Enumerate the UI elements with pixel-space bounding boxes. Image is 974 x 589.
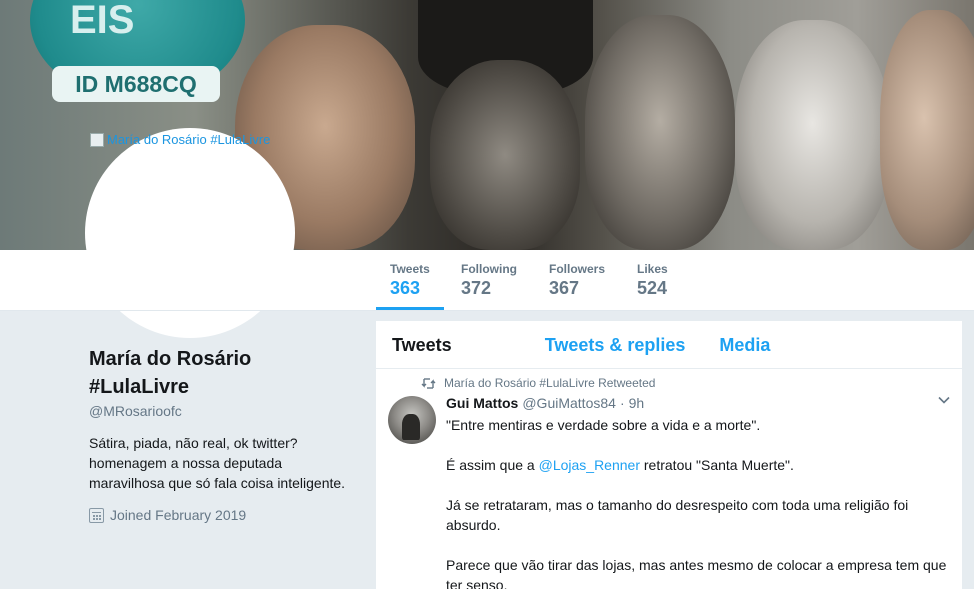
stat-likes-label: Likes: [637, 262, 668, 276]
tweet-text: "Entre mentiras e verdade sobre a vida e…: [446, 415, 956, 589]
retweet-context-text[interactable]: María do Rosário #LulaLivre Retweeted: [444, 376, 655, 390]
tweet[interactable]: María do Rosário #LulaLivre Retweeted Gu…: [376, 369, 962, 589]
tab-tweets[interactable]: Tweets: [376, 321, 468, 369]
profile-nav-bar: Tweets 363 Following 372 Followers 367 L…: [0, 250, 974, 311]
profile-joined-date: Joined February 2019: [89, 507, 246, 523]
tweet-author-name[interactable]: Gui Mattos: [446, 395, 518, 411]
broken-image-icon: [90, 132, 104, 147]
mention-link[interactable]: @Lojas_Renner: [539, 457, 640, 473]
profile-avatar-broken-image[interactable]: María do Rosário #LulaLivre: [90, 132, 270, 147]
stat-followers[interactable]: Followers 367: [549, 262, 605, 299]
banner-face-3: [585, 15, 735, 250]
profile-handle[interactable]: @MRosarioofc: [89, 403, 182, 419]
chevron-down-icon[interactable]: [938, 394, 950, 406]
tweet-author-handle[interactable]: @GuiMattos84: [522, 395, 616, 411]
tweet-header: Gui Mattos @GuiMattos84 · 9h: [446, 395, 946, 415]
stat-following-label: Following: [461, 262, 517, 276]
tab-tweets-and-replies[interactable]: Tweets & replies: [468, 321, 702, 369]
stat-likes[interactable]: Likes 524: [637, 262, 668, 299]
calendar-icon: [89, 507, 104, 523]
banner-face-4: [735, 20, 890, 250]
profile-joined-text: Joined February 2019: [110, 507, 247, 523]
stat-tweets-label: Tweets: [390, 262, 430, 276]
tweet-separator: ·: [619, 395, 625, 411]
tweet-paragraph-2-end: retratou "Santa Muerte".: [640, 457, 794, 473]
tweet-author-avatar[interactable]: [388, 396, 436, 444]
broken-image-alt-text: María do Rosário #LulaLivre: [107, 132, 271, 147]
banner-logo-badge: ID M688CQ: [52, 66, 220, 102]
tweet-paragraph-2-start: É assim que a: [446, 457, 539, 473]
stat-followers-label: Followers: [549, 262, 606, 276]
tweet-timestamp[interactable]: 9h: [629, 395, 645, 411]
banner-logo-mark: EIS: [70, 0, 135, 42]
stat-following[interactable]: Following 372: [461, 262, 517, 299]
tab-media[interactable]: Media: [701, 321, 786, 369]
banner-face-2: [430, 60, 580, 250]
stat-following-value: 372: [461, 278, 492, 298]
timeline-tabs: Tweets Tweets & replies Media: [376, 321, 962, 369]
stat-tweets-value: 363: [390, 278, 421, 298]
profile-display-name[interactable]: María do Rosário #LulaLivre: [89, 345, 349, 401]
banner-face-5: [880, 10, 974, 250]
tweet-paragraph-2: É assim que a @Lojas_Renner retratou "Sa…: [446, 455, 956, 475]
stat-tweets[interactable]: Tweets 363: [376, 262, 444, 310]
stat-likes-value: 524: [637, 278, 668, 298]
retweet-icon: [421, 377, 436, 389]
profile-bio: Sátira, piada, não real, ok twitter? hom…: [89, 435, 346, 491]
retweet-context: María do Rosário #LulaLivre Retweeted: [421, 375, 946, 391]
tweet-paragraph-1: "Entre mentiras e verdade sobre a vida e…: [446, 417, 761, 433]
stat-followers-value: 367: [549, 278, 580, 298]
timeline: Tweets Tweets & replies Media María do R…: [376, 321, 962, 589]
tweet-paragraph-4: Parece que vão tirar das lojas, mas ante…: [446, 557, 947, 589]
tweet-paragraph-3: Já se retrataram, mas o tamanho do desre…: [446, 497, 909, 533]
